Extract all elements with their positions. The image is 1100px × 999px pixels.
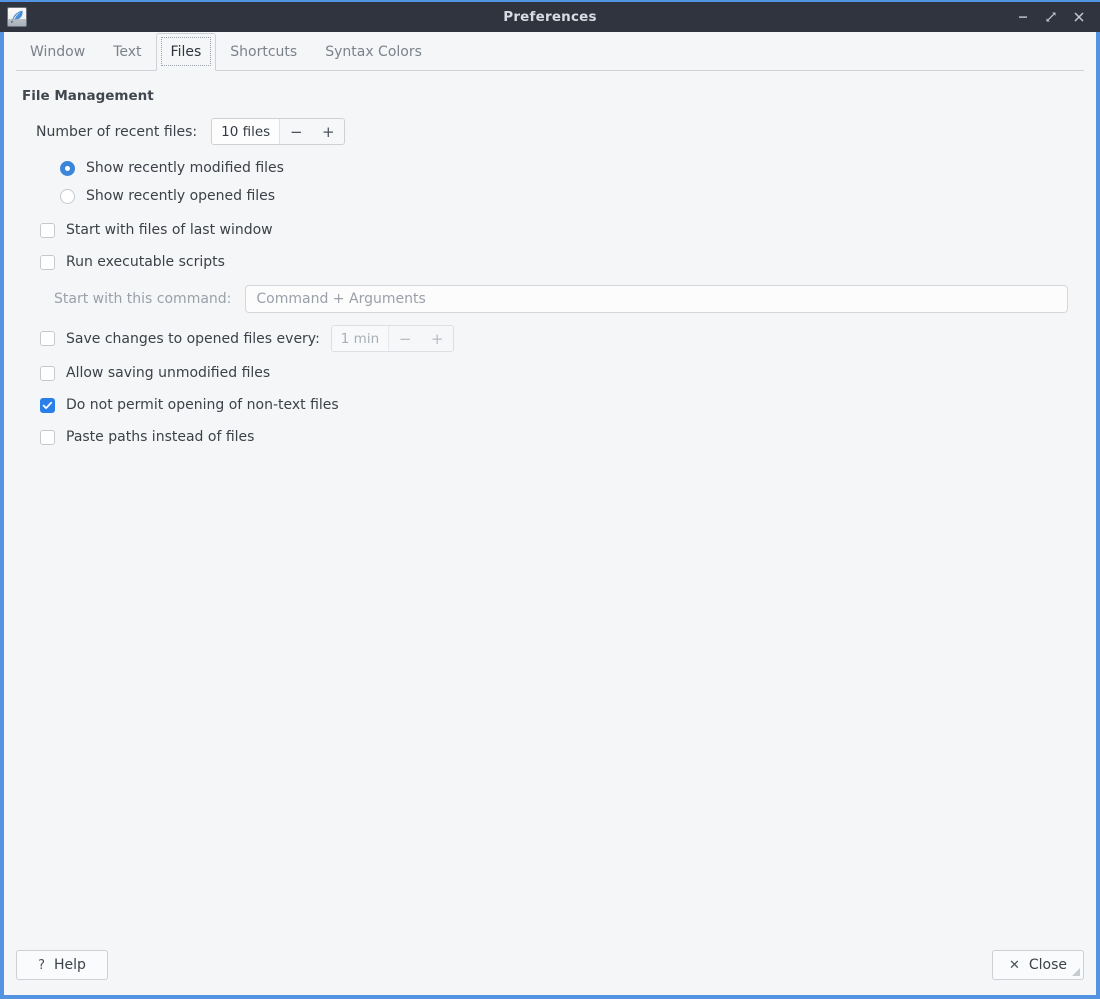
recent-files-value[interactable]: 10 files xyxy=(212,119,280,144)
tab-text-label: Text xyxy=(113,44,141,60)
recent-files-increment-button[interactable]: + xyxy=(312,119,344,144)
radio-indicator[interactable] xyxy=(60,161,75,176)
tab-window-label: Window xyxy=(30,44,85,60)
tab-files-label: Files xyxy=(171,44,202,60)
maximize-button[interactable] xyxy=(1038,4,1064,30)
recent-files-decrement-button[interactable]: − xyxy=(280,119,312,144)
checkbox-allow-saving-unmodified[interactable]: Allow saving unmodified files xyxy=(40,357,1082,389)
autosave-decrement-button[interactable]: − xyxy=(389,326,421,351)
tab-syntax-colors[interactable]: Syntax Colors xyxy=(311,33,436,71)
minimize-button[interactable] xyxy=(1010,4,1036,30)
title-bar: Preferences xyxy=(0,0,1100,32)
autosave-interval-value[interactable]: 1 min xyxy=(332,326,389,351)
checkbox-run-executable-scripts[interactable]: Run executable scripts xyxy=(40,246,1082,278)
close-x-icon: ✕ xyxy=(1009,958,1020,973)
dialog-footer: ? Help ✕ Close xyxy=(4,945,1096,995)
tab-files[interactable]: Files xyxy=(156,33,217,71)
files-panel: File Management Number of recent files: … xyxy=(4,71,1096,945)
feather-pen-icon xyxy=(7,7,27,27)
autosave-increment-button[interactable]: + xyxy=(421,326,453,351)
tab-shortcuts[interactable]: Shortcuts xyxy=(216,33,311,71)
radio-show-recently-modified-label: Show recently modified files xyxy=(86,160,284,176)
autosave-row: Save changes to opened files every: 1 mi… xyxy=(40,325,1082,352)
checkbox-start-with-last-window-label: Start with files of last window xyxy=(66,222,273,238)
window-title: Preferences xyxy=(0,9,1100,25)
checkbox-indicator[interactable] xyxy=(40,331,55,346)
checkbox-paste-paths[interactable]: Paste paths instead of files xyxy=(40,421,1082,453)
tab-syntax-colors-label: Syntax Colors xyxy=(325,44,422,60)
checkbox-allow-saving-unmodified-label: Allow saving unmodified files xyxy=(66,365,270,381)
close-button[interactable] xyxy=(1066,4,1092,30)
preferences-window: Preferences Window Tex xyxy=(0,0,1100,999)
checkbox-indicator[interactable] xyxy=(40,255,55,270)
checkbox-indicator[interactable] xyxy=(40,430,55,445)
start-command-label: Start with this command: xyxy=(54,291,231,307)
start-command-row: Start with this command: Command + Argum… xyxy=(40,285,1068,313)
window-controls xyxy=(1010,4,1100,30)
tab-shortcuts-label: Shortcuts xyxy=(230,44,297,60)
radio-show-recently-opened-label: Show recently opened files xyxy=(86,188,275,204)
section-title: File Management xyxy=(22,88,1082,104)
checkbox-indicator[interactable] xyxy=(40,223,55,238)
checkbox-start-with-last-window[interactable]: Start with files of last window xyxy=(40,214,1082,246)
close-dialog-button-label: Close xyxy=(1029,957,1067,973)
checkbox-no-nontext-files-label: Do not permit opening of non-text files xyxy=(66,397,339,413)
question-mark-icon: ? xyxy=(38,958,45,973)
autosave-interval-spinbox[interactable]: 1 min − + xyxy=(331,325,454,352)
help-button[interactable]: ? Help xyxy=(16,950,108,980)
start-command-input[interactable]: Command + Arguments xyxy=(245,285,1068,313)
checkbox-indicator[interactable] xyxy=(40,398,55,413)
help-button-label: Help xyxy=(54,957,86,973)
checkbox-no-nontext-files[interactable]: Do not permit opening of non-text files xyxy=(40,389,1082,421)
checkbox-run-executable-scripts-label: Run executable scripts xyxy=(66,254,225,270)
close-dialog-button[interactable]: ✕ Close xyxy=(992,950,1084,980)
checkbox-autosave-label: Save changes to opened files every: xyxy=(66,331,320,347)
resize-grip-icon[interactable] xyxy=(1069,965,1081,977)
checkbox-indicator[interactable] xyxy=(40,366,55,381)
tab-text[interactable]: Text xyxy=(99,33,155,71)
checkbox-autosave[interactable]: Save changes to opened files every: xyxy=(40,331,320,347)
radio-show-recently-modified[interactable]: Show recently modified files xyxy=(60,154,1082,182)
checkbox-paste-paths-label: Paste paths instead of files xyxy=(66,429,254,445)
tab-window[interactable]: Window xyxy=(16,33,99,71)
recent-files-label: Number of recent files: xyxy=(36,124,197,140)
radio-indicator[interactable] xyxy=(60,189,75,204)
recent-files-spinbox[interactable]: 10 files − + xyxy=(211,118,345,145)
tab-bar: Window Text Files Shortcuts Syntax Color… xyxy=(4,32,1096,71)
recent-files-row: Number of recent files: 10 files − + xyxy=(36,118,1082,145)
radio-show-recently-opened[interactable]: Show recently opened files xyxy=(60,182,1082,210)
